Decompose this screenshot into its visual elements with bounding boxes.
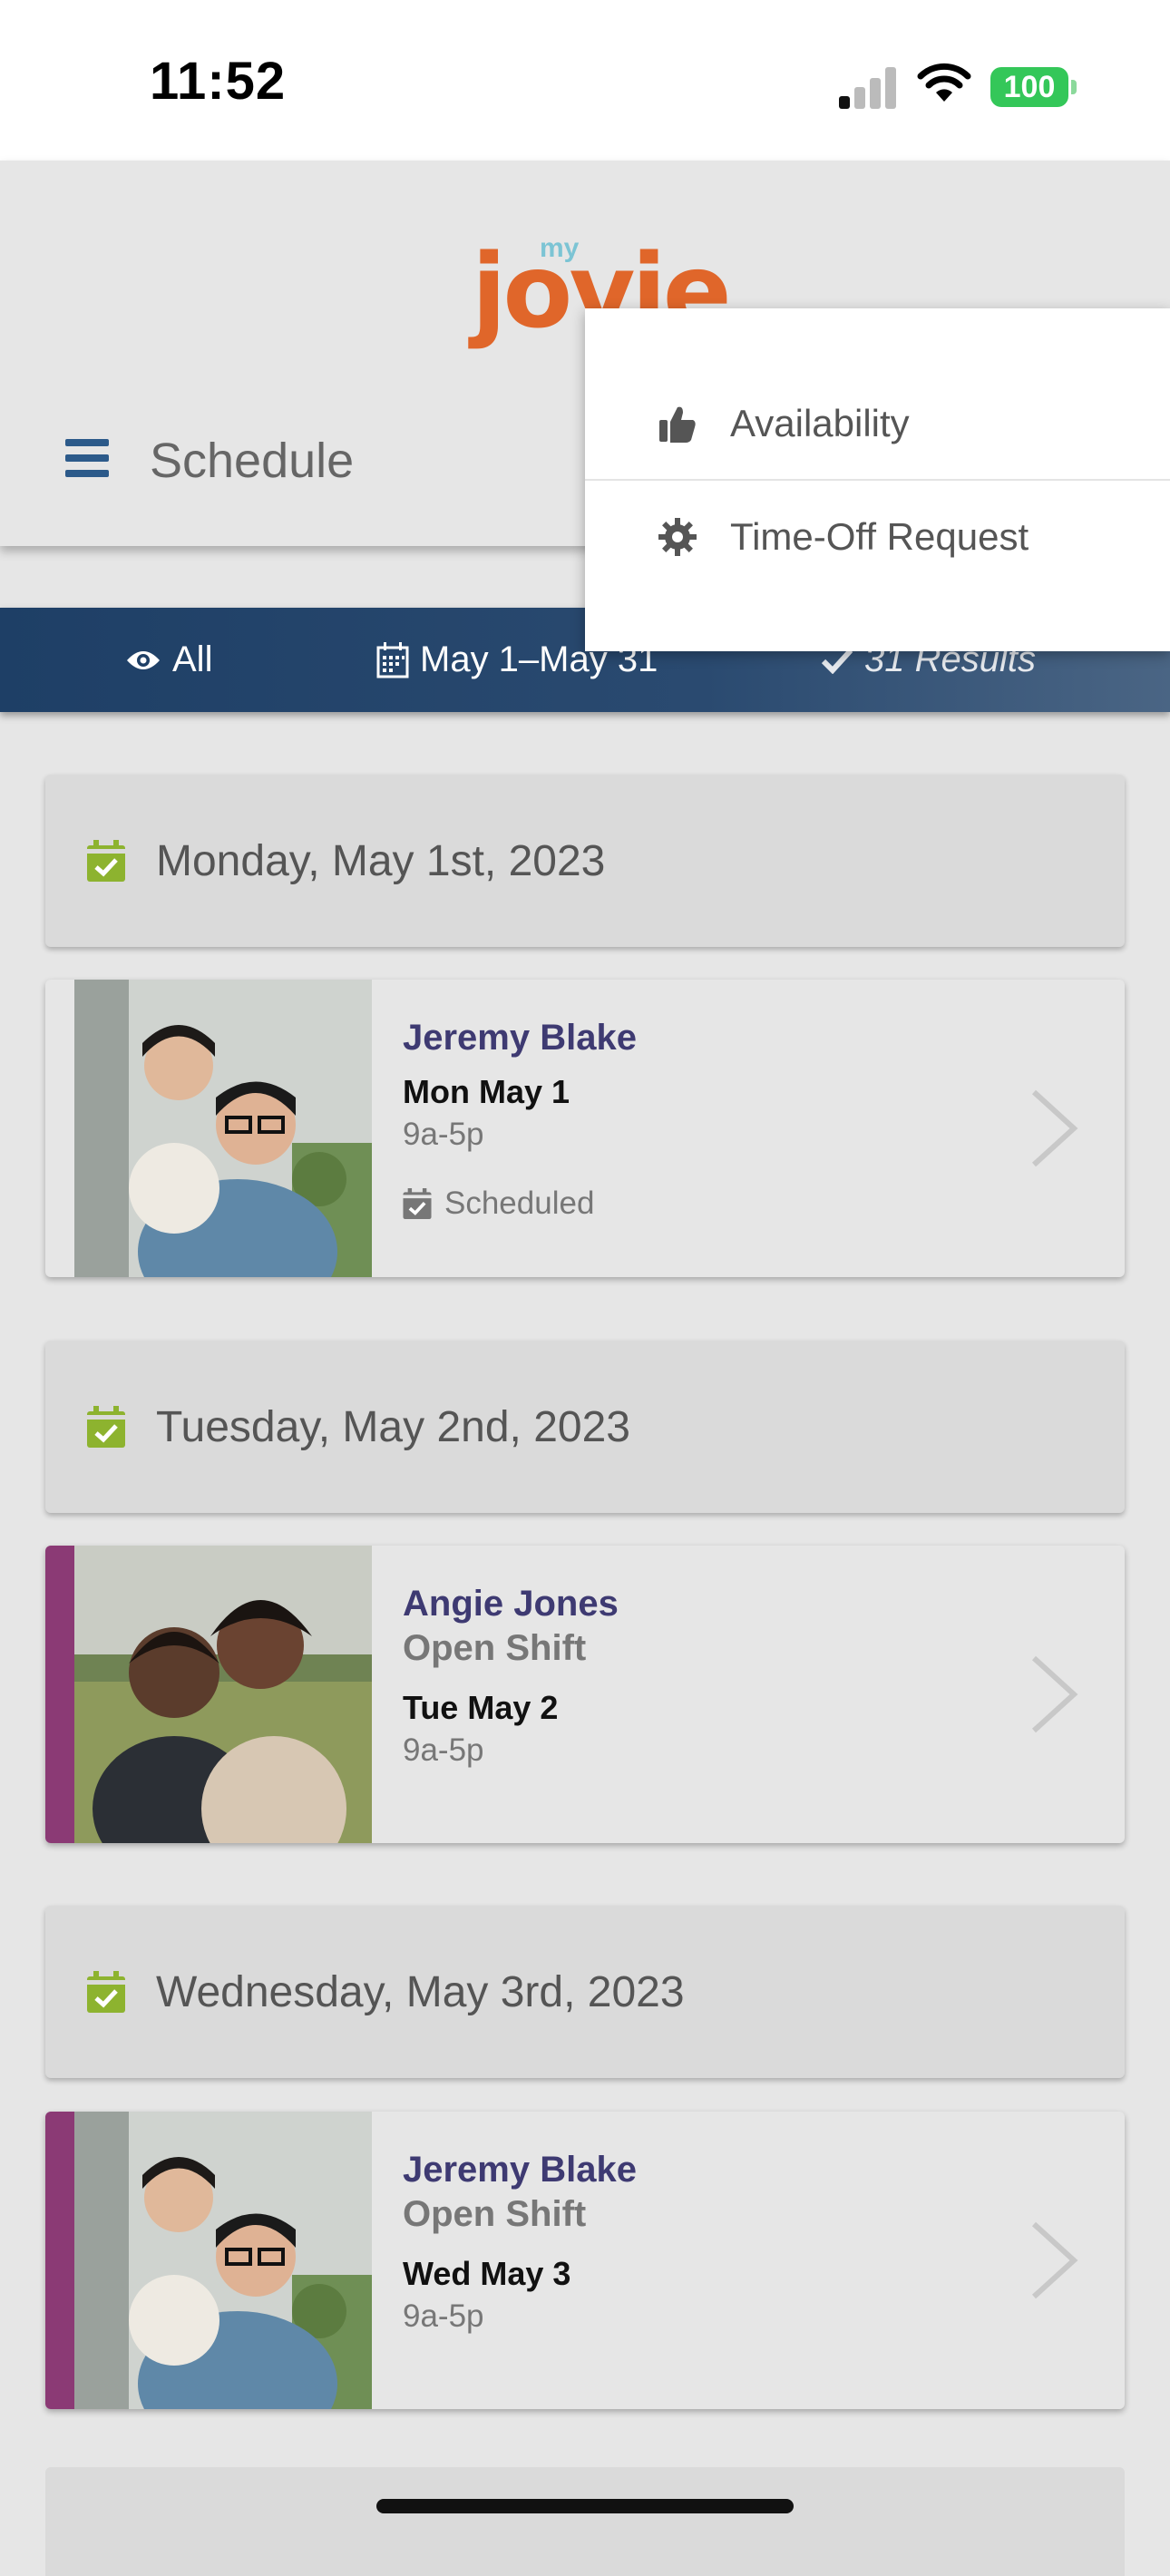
shift-date: Mon May 1: [403, 1073, 570, 1110]
calendar-icon: [376, 641, 409, 678]
day-header-label: Wednesday, May 3rd, 2023: [156, 1968, 685, 2016]
menu-item-label: Availability: [730, 402, 910, 444]
shift-info: Jeremy Blake Open Shift Wed May 3 9a-5p: [403, 2150, 637, 2335]
shift-type: Open Shift: [403, 1628, 587, 1668]
clock: 11:52: [150, 52, 287, 111]
shift-hours: 9a-5p: [403, 1732, 484, 1768]
profile-photo: [74, 2112, 372, 2409]
shift-card[interactable]: Angie Jones Open Shift Tue May 2 9a-5p: [45, 1546, 1125, 1843]
shift-card[interactable]: Jeremy Blake Open Shift Wed May 3 9a-5p: [45, 2112, 1125, 2409]
day-header-label: Tuesday, May 2nd, 2023: [156, 1403, 630, 1451]
shift-date: Tue May 2: [403, 1689, 559, 1726]
shift-status: Scheduled: [403, 1186, 637, 1222]
menu-item-availability[interactable]: Availability: [585, 369, 1170, 478]
menu-divider: [585, 479, 1170, 481]
day-header: Wednesday, May 3rd, 2023: [45, 1906, 1125, 2078]
battery-tip: [1071, 80, 1077, 94]
schedule-options-menu: Availability Time-Off Request: [585, 308, 1170, 651]
shift-status-label: Scheduled: [444, 1186, 595, 1221]
thumbs-up-icon: [659, 406, 696, 443]
day-header: Tuesday, May 2nd, 2023: [45, 1341, 1125, 1513]
calendar-check-icon: [87, 1971, 125, 2013]
shift-info: Angie Jones Open Shift Tue May 2 9a-5p: [403, 1584, 619, 1769]
shift-info: Jeremy Blake Mon May 1 9a-5p Scheduled: [403, 1018, 637, 1222]
open-shift-stripe: [45, 2112, 74, 2409]
home-indicator[interactable]: [376, 2499, 794, 2513]
status-bar: 11:52 100: [0, 0, 1170, 161]
eye-icon: [127, 650, 160, 669]
menu-item-time-off-request[interactable]: Time-Off Request: [585, 483, 1170, 591]
page-title: Schedule: [150, 434, 355, 488]
shift-card[interactable]: Jeremy Blake Mon May 1 9a-5p Scheduled: [45, 980, 1125, 1277]
profile-photo: [74, 980, 372, 1277]
menu-icon[interactable]: [65, 439, 111, 477]
calendar-check-icon: [87, 840, 125, 882]
wifi-icon: [917, 63, 971, 102]
day-header-label: Monday, May 1st, 2023: [156, 837, 606, 885]
cellular-signal-icon: [839, 65, 897, 109]
shift-date: Wed May 3: [403, 2255, 571, 2292]
shift-hours: 9a-5p: [403, 2298, 484, 2334]
chevron-right-icon: [1031, 1655, 1078, 1733]
open-shift-stripe: [45, 1546, 74, 1843]
calendar-check-icon: [403, 1188, 432, 1219]
person-name: Jeremy Blake: [403, 1018, 637, 1058]
chevron-right-icon: [1031, 1089, 1078, 1167]
shift-hours: 9a-5p: [403, 1117, 484, 1152]
day-header: [45, 2467, 1125, 2576]
filter-all-label: All: [172, 639, 213, 679]
chevron-right-icon: [1031, 2221, 1078, 2299]
calendar-check-icon: [87, 1406, 125, 1448]
profile-photo: [74, 1546, 372, 1843]
menu-item-label: Time-Off Request: [730, 515, 1029, 558]
filter-all-button[interactable]: All: [125, 608, 212, 712]
shift-type: Open Shift: [403, 2194, 587, 2234]
day-header: Monday, May 1st, 2023: [45, 775, 1125, 947]
person-name: Jeremy Blake: [403, 2150, 637, 2190]
gear-icon: [658, 518, 697, 556]
person-name: Angie Jones: [403, 1584, 619, 1624]
battery-indicator: 100: [990, 67, 1068, 107]
